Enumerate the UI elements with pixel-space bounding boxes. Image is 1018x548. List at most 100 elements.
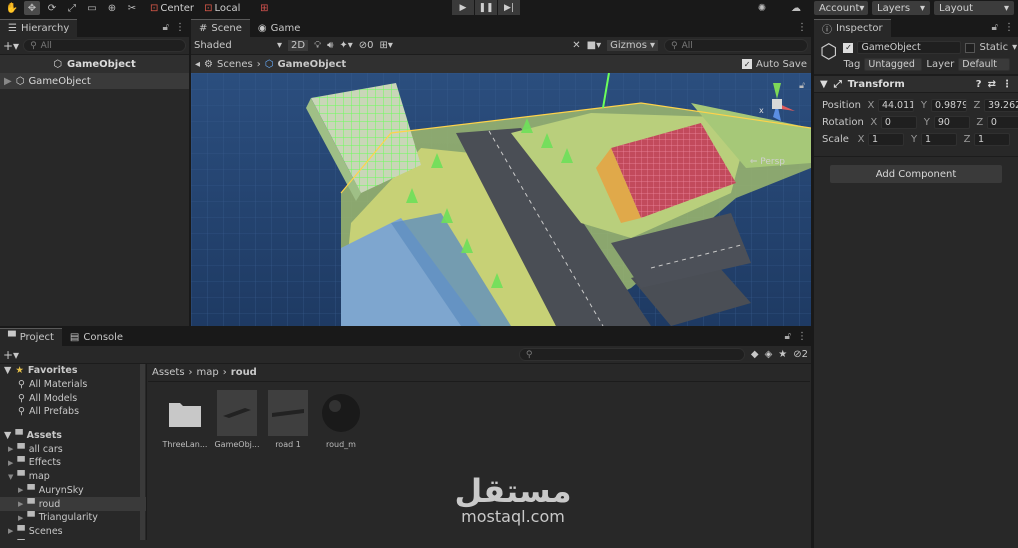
layout-dropdown[interactable]: Layout ▾ — [934, 1, 1014, 15]
assets-header[interactable]: ▼ ▀ Assets — [0, 429, 146, 443]
asset-item[interactable]: road 1 — [263, 390, 313, 449]
asset-folder-item[interactable]: ▶ ▀ Effects — [0, 456, 146, 470]
breadcrumb-item[interactable]: roud — [231, 367, 257, 378]
tools-icon[interactable]: ✕ — [572, 40, 580, 51]
favorites-header[interactable]: ▼ ★ Favorites — [0, 364, 146, 378]
favorite-item[interactable]: ⚲ All Materials — [0, 378, 146, 392]
tab-inspector[interactable]: ⓘ Inspector — [814, 19, 891, 37]
scene-viewport[interactable]: x ⇐ Persp 🔓︎ — [191, 73, 811, 326]
gizmos-dropdown[interactable]: Gizmos ▾ — [607, 40, 658, 51]
filter-by-label-icon[interactable]: ◈ — [765, 349, 773, 360]
crumb-scenes[interactable]: Scenes — [217, 59, 253, 70]
layer-dropdown[interactable]: Default — [958, 58, 1011, 71]
tab-game[interactable]: ◉ Game — [250, 19, 309, 37]
tab-console[interactable]: ▤ Console — [62, 328, 131, 346]
preset-icon[interactable]: ⇄ — [988, 79, 996, 90]
lock-icon[interactable]: 🔓︎ — [163, 22, 169, 33]
position-y-field[interactable]: 0.9879 — [930, 99, 967, 112]
rotation-x-field[interactable]: 0 — [880, 116, 917, 129]
tag-dropdown[interactable]: Untagged — [864, 58, 923, 71]
visibility-icon[interactable]: ⊘2 — [793, 349, 808, 360]
shading-mode-dropdown[interactable]: Shaded ▾ — [194, 40, 282, 51]
asset-item[interactable]: roud_m — [316, 390, 366, 449]
account-dropdown[interactable]: Account ▾ — [814, 1, 868, 15]
project-search-input[interactable]: ⚲ — [518, 348, 745, 361]
pivot-local-button[interactable]: ⊡ Local — [204, 3, 240, 14]
add-icon[interactable]: +▾ — [3, 348, 19, 362]
more-options-icon[interactable]: ⋮ — [797, 331, 807, 342]
hand-tool-icon[interactable]: ✋ — [4, 1, 20, 15]
help-icon[interactable]: ? — [976, 79, 982, 90]
active-checkbox[interactable]: ✓ — [843, 42, 854, 53]
play-button[interactable]: ▶ — [452, 0, 474, 15]
crumb-gameobject[interactable]: GameObject — [277, 59, 346, 70]
scene-search-input[interactable]: ⚲ All — [664, 39, 808, 52]
favorite-star-icon[interactable]: ★ — [778, 349, 787, 360]
breadcrumb-item[interactable]: Assets — [152, 367, 185, 378]
asset-folder-item[interactable]: ▶ ▀ Triangularity — [0, 511, 146, 525]
add-icon[interactable]: +▾ — [3, 39, 19, 53]
rotation-z-field[interactable]: 0 — [986, 116, 1018, 129]
transform-tool-icon[interactable]: ⊕ — [104, 1, 120, 15]
tree-scrollbar[interactable] — [140, 364, 145, 540]
asset-folder-item[interactable]: ▼ ▀ map — [0, 470, 146, 484]
lock-icon[interactable]: 🔓︎ — [992, 22, 998, 33]
asset-folder-item[interactable]: ▶ ▀ AurynSky — [0, 484, 146, 498]
toggle-2d-button[interactable]: 2D — [288, 40, 309, 51]
asset-item[interactable]: GameObj... — [212, 390, 262, 449]
hierarchy-scene-root[interactable]: ⬡ GameObject — [0, 55, 189, 73]
step-button[interactable]: ▶| — [498, 0, 520, 15]
asset-item[interactable]: ThreeLan... — [160, 390, 210, 449]
camera-icon[interactable]: ■▾ — [587, 40, 601, 51]
grid-snap-icon[interactable]: ⊞ — [256, 1, 272, 15]
hierarchy-search-input[interactable]: ⚲ All — [23, 39, 186, 52]
back-arrow-icon[interactable]: ◂ — [195, 59, 200, 70]
add-component-button[interactable]: Add Component — [830, 165, 1002, 183]
scale-x-field[interactable]: 1 — [868, 133, 904, 146]
visibility-icon[interactable]: ⊘0 — [359, 40, 374, 51]
more-options-icon[interactable]: ⋮ — [797, 22, 807, 33]
more-options-icon[interactable]: ⋮ — [1002, 79, 1012, 90]
scale-tool-icon[interactable]: ⤢ — [64, 1, 80, 15]
favorite-item[interactable]: ⚲ All Prefabs — [0, 405, 146, 419]
asset-folder-item[interactable]: ▶▀scripts — [0, 538, 146, 541]
pause-button[interactable]: ❚❚ — [475, 0, 497, 15]
cloud-icon[interactable]: ☁ — [788, 1, 804, 15]
orientation-gizmo[interactable]: x — [757, 81, 797, 131]
gizmo-lock-icon[interactable]: 🔓︎ — [799, 81, 805, 91]
rotation-y-field[interactable]: 90 — [933, 116, 970, 129]
scale-y-field[interactable]: 1 — [921, 133, 957, 146]
move-tool-icon[interactable]: ✥ — [24, 1, 40, 15]
tab-scene[interactable]: # Scene — [191, 19, 250, 37]
auto-save-checkbox[interactable]: ✓ — [742, 59, 753, 69]
breadcrumb-item[interactable]: map — [197, 367, 219, 378]
tab-project[interactable]: ▀ Project — [0, 328, 62, 346]
asset-folder-item[interactable]: ▶ ▀ all cars — [0, 442, 146, 456]
asset-folder-item[interactable]: ▶ ▀ roud — [0, 497, 146, 511]
rotate-tool-icon[interactable]: ⟳ — [44, 1, 60, 15]
custom-tool-icon[interactable]: ✂ — [124, 1, 140, 15]
foldout-arrow-icon[interactable]: ▶ — [8, 445, 13, 453]
favorite-item[interactable]: ⚲ All Models — [0, 391, 146, 405]
foldout-arrow-icon[interactable]: ▶ — [18, 500, 23, 508]
audio-icon[interactable]: 🔊︎ — [327, 40, 333, 51]
layers-dropdown[interactable]: Layers ▾ — [872, 1, 930, 15]
position-z-field[interactable]: 39.2629 — [983, 99, 1018, 112]
foldout-arrow-icon[interactable]: ▼ — [820, 79, 828, 90]
lighting-icon[interactable]: 💡︎ — [314, 40, 321, 51]
more-options-icon[interactable]: ⋮ — [1004, 22, 1014, 33]
pivot-center-button[interactable]: ⊡ Center — [150, 3, 194, 14]
foldout-arrow-icon[interactable]: ▶ — [18, 486, 23, 494]
more-options-icon[interactable]: ⋮ — [175, 22, 185, 33]
asset-folder-item[interactable]: ▶ ▀ Scenes — [0, 525, 146, 539]
expand-arrow-icon[interactable]: ▶ — [4, 76, 12, 87]
lock-icon[interactable]: 🔓︎ — [785, 331, 791, 342]
position-x-field[interactable]: 44.0113 — [877, 99, 914, 112]
filter-by-type-icon[interactable]: ◆ — [751, 349, 759, 360]
foldout-arrow-icon[interactable]: ▶ — [8, 459, 13, 467]
object-name-field[interactable]: GameObject — [857, 41, 962, 54]
foldout-arrow-icon[interactable]: ▼ — [4, 365, 11, 376]
transform-header[interactable]: ▼ ⤢ Transform ? ⇄ ⋮ — [814, 75, 1018, 93]
foldout-arrow-icon[interactable]: ▶ — [8, 527, 13, 535]
services-icon[interactable]: ✺ — [754, 1, 770, 15]
